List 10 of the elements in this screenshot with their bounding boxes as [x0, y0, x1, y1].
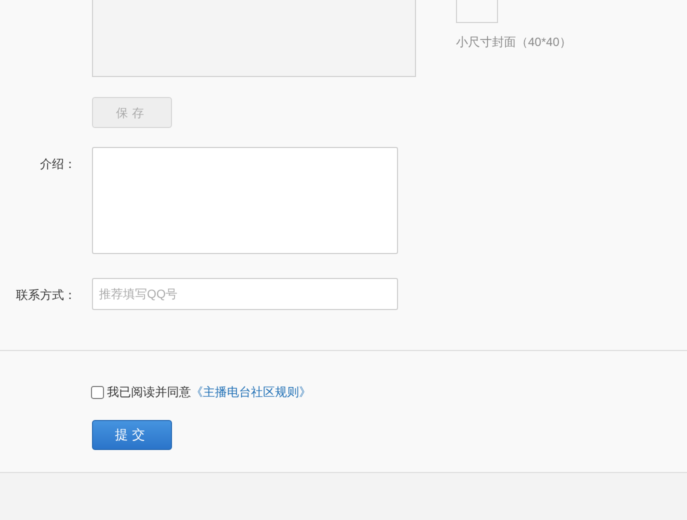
rules-link[interactable]: 《主播电台社区规则》 — [191, 383, 311, 401]
agree-checkbox[interactable] — [91, 386, 104, 398]
field-label: 介绍： — [39, 156, 76, 173]
contact-field[interactable]: 推荐填写QQ号 — [92, 278, 398, 310]
small-cover-caption: 小尺寸封面（40*40） — [456, 34, 572, 51]
submit-button[interactable]: 提交 — [92, 420, 172, 450]
agree-text: 我已阅读并同意 — [107, 384, 191, 401]
intro-field[interactable] — [92, 147, 398, 254]
small-cover-preview — [456, 0, 498, 23]
field-label: 联系方式： — [15, 287, 76, 304]
